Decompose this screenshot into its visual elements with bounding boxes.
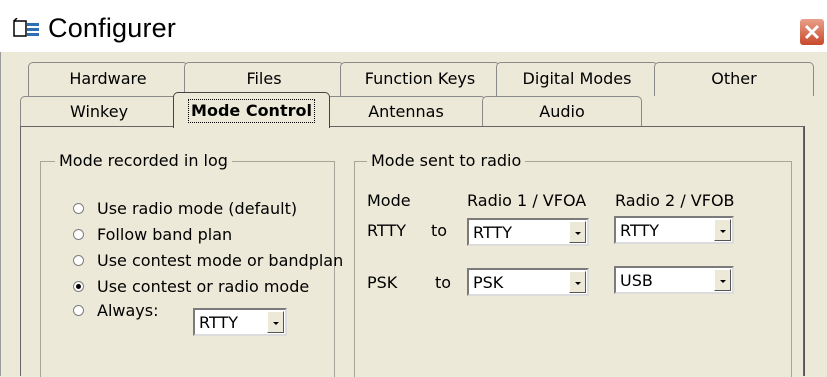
- group-legend: Mode recorded in log: [55, 151, 232, 171]
- column-header-mode: Mode: [367, 191, 411, 210]
- tab-page-mode-control: Mode recorded in log Use radio mode (def…: [20, 126, 804, 377]
- radio-button[interactable]: [73, 229, 84, 240]
- radio-button[interactable]: [73, 255, 84, 266]
- radio-button[interactable]: [73, 281, 84, 292]
- select-value: RTTY: [473, 223, 512, 242]
- window-frame-left: [0, 52, 7, 376]
- radio-use-radio-mode[interactable]: Use radio mode (default): [73, 198, 333, 220]
- radio-always[interactable]: Always:: [73, 300, 183, 322]
- row-mode-label: RTTY: [367, 221, 406, 240]
- chevron-down-icon[interactable]: [714, 219, 731, 241]
- column-header-radio1: Radio 1 / VFOA: [467, 191, 587, 210]
- tab-label: Audio: [539, 102, 585, 121]
- tab-other[interactable]: Other: [654, 62, 814, 96]
- row-to-label: to: [431, 221, 448, 240]
- select-value: USB: [620, 271, 653, 290]
- tab-winkey[interactable]: Winkey: [20, 96, 178, 128]
- rtty-radio1-select[interactable]: RTTY: [467, 218, 589, 246]
- window-frame-right: [821, 52, 827, 376]
- tab-audio[interactable]: Audio: [482, 96, 642, 128]
- radio-use-contest-or-radio-mode[interactable]: Use contest or radio mode: [73, 276, 333, 298]
- tab-digital-modes[interactable]: Digital Modes: [496, 62, 658, 96]
- title-bar: Configurer: [0, 0, 827, 52]
- radio-follow-band-plan[interactable]: Follow band plan: [73, 224, 333, 246]
- radio-button[interactable]: [73, 305, 84, 316]
- psk-radio1-select[interactable]: PSK: [467, 268, 589, 296]
- group-legend: Mode sent to radio: [367, 151, 526, 171]
- panel-border: [804, 126, 814, 376]
- tab-label: Antennas: [368, 102, 444, 121]
- chevron-down-icon[interactable]: [267, 311, 284, 333]
- chevron-down-icon[interactable]: [714, 269, 731, 291]
- close-button[interactable]: [799, 18, 825, 46]
- rtty-radio2-select[interactable]: RTTY: [614, 216, 734, 244]
- column-header-radio2: Radio 2 / VFOB: [615, 191, 735, 210]
- tab-antennas[interactable]: Antennas: [326, 96, 486, 128]
- select-value: PSK: [473, 273, 504, 292]
- group-mode-sent-to-radio: Mode sent to radio Mode Radio 1 / VFOA R…: [354, 151, 792, 377]
- radio-label: Use contest or radio mode: [97, 277, 310, 296]
- radio-label: Always:: [97, 301, 159, 320]
- app-icon: [13, 17, 41, 38]
- radio-button[interactable]: [73, 203, 84, 214]
- psk-radio2-select[interactable]: USB: [614, 266, 734, 294]
- tab-label: Digital Modes: [522, 69, 632, 88]
- tab-label: Winkey: [69, 102, 129, 121]
- always-mode-select[interactable]: RTTY: [193, 308, 287, 336]
- tab-mode-control[interactable]: Mode Control: [173, 92, 330, 128]
- tab-hardware[interactable]: Hardware: [28, 62, 188, 96]
- select-value: RTTY: [199, 313, 238, 332]
- row-to-label: to: [435, 273, 452, 292]
- group-mode-recorded-in-log: Mode recorded in log Use radio mode (def…: [40, 151, 343, 377]
- tab-label: Hardware: [69, 69, 147, 88]
- window-title: Configurer: [48, 13, 177, 43]
- tab-label: Mode Control: [188, 99, 315, 123]
- tab-label: Function Keys: [364, 69, 476, 88]
- select-value: RTTY: [620, 221, 659, 240]
- tab-label: Files: [246, 69, 282, 88]
- row-mode-label: PSK: [367, 273, 398, 292]
- radio-label: Follow band plan: [97, 225, 233, 244]
- chevron-down-icon[interactable]: [569, 271, 586, 293]
- radio-use-contest-mode-or-bandplan[interactable]: Use contest mode or bandplan: [73, 250, 343, 272]
- radio-label: Use contest mode or bandplan: [97, 251, 344, 270]
- chevron-down-icon[interactable]: [569, 221, 586, 243]
- close-icon: [804, 24, 820, 40]
- tab-files[interactable]: Files: [184, 62, 344, 96]
- tab-function-keys[interactable]: Function Keys: [340, 62, 500, 96]
- radio-label: Use radio mode (default): [97, 199, 298, 218]
- tab-label: Other: [711, 69, 757, 88]
